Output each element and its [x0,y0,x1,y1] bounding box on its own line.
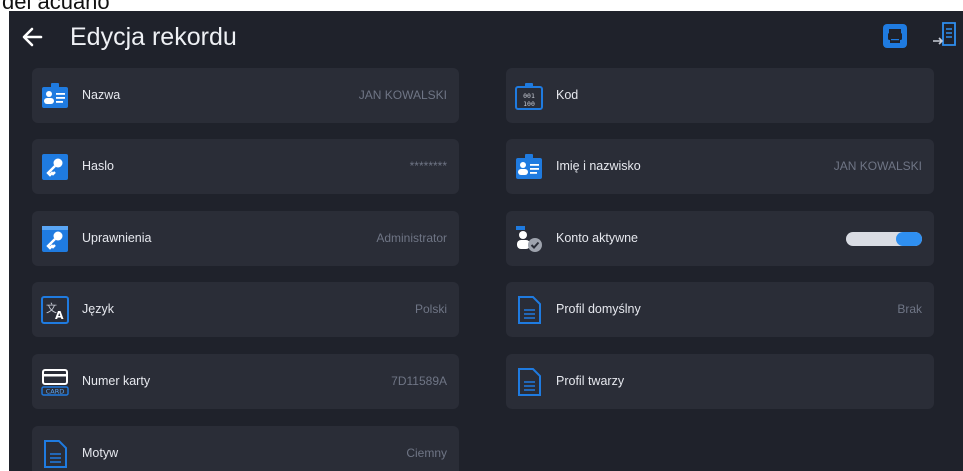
field-label: Imię i nazwisko [556,159,641,173]
field-motyw[interactable]: Motyw Ciemny [32,426,459,471]
field-label: Kod [556,88,579,102]
field-label: Konto aktywne [556,231,638,245]
code-icon: 001 100 [515,82,543,110]
svg-text:001: 001 [523,92,535,100]
svg-text:A: A [55,309,64,322]
field-label: Haslo [82,159,114,173]
toggle-knob [896,232,922,246]
field-label: Język [82,302,114,316]
field-label: Profil domyślny [556,302,641,316]
document-icon [515,368,543,396]
export-icon [933,22,956,46]
field-uprawnienia[interactable]: Uprawnienia Administrator [32,211,459,266]
field-profil-domyslny[interactable]: Profil domyślny Brak [506,282,934,337]
active-toggle[interactable] [846,232,922,246]
field-label: Nazwa [82,88,121,102]
field-profil-twarzy[interactable]: Profil twarzy [506,354,934,409]
id-card-icon [515,153,543,181]
field-value: 7D11589A [391,374,447,388]
export-button[interactable] [931,21,959,51]
card-icon: CARD [41,368,69,396]
print-button[interactable] [883,24,907,48]
document-icon [41,440,69,468]
field-haslo[interactable]: Haslo ******** [32,139,459,194]
field-jezyk[interactable]: 文A Język Polski [32,282,459,337]
user-check-icon [515,225,543,253]
app-window: Edycja rekordu Nazwa JAN KOWALSKI Haslo … [9,11,963,471]
field-label: Profil twarzy [556,374,625,388]
id-card-icon [41,82,69,110]
key-icon [41,225,69,253]
page-title: Edycja rekordu [70,23,237,51]
field-numer-karty[interactable]: CARD Numer karty 7D11589A [32,354,459,409]
back-arrow-icon [22,27,43,47]
document-icon [515,296,543,324]
field-label: Uprawnienia [82,231,152,245]
field-label: Numer karty [82,374,151,388]
printer-icon [888,29,902,43]
field-value: JAN KOWALSKI [833,159,922,173]
field-value: Brak [897,302,922,316]
key-icon [41,153,69,181]
field-value: Ciemny [406,446,447,460]
header: Edycja rekordu [9,11,963,67]
field-label: Motyw [82,446,119,460]
field-imie-nazwisko[interactable]: Imię i nazwisko JAN KOWALSKI [506,139,934,194]
field-nazwa[interactable]: Nazwa JAN KOWALSKI [32,68,459,123]
field-konto-aktywne[interactable]: Konto aktywne [506,211,934,266]
translate-icon: 文A [41,296,69,324]
field-value: Polski [414,302,447,316]
field-kod[interactable]: 001 100 Kod [506,68,934,123]
field-value: ******** [409,159,447,173]
svg-text:100: 100 [523,100,535,108]
svg-text:CARD: CARD [46,388,65,396]
back-button[interactable] [19,23,47,51]
field-value: Administrator [376,231,447,245]
field-value: JAN KOWALSKI [358,88,447,102]
